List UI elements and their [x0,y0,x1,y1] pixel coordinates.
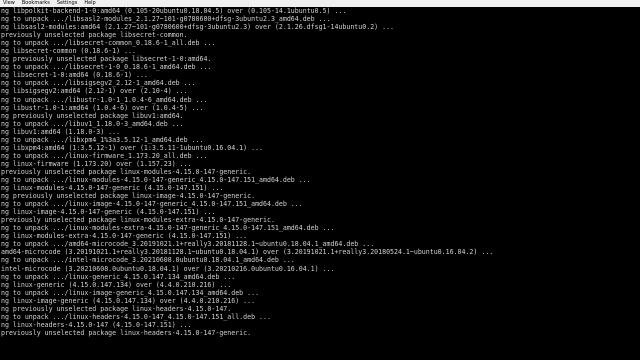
terminal-line: ng linux-firmware (1.173.20) over (1.157… [1,159,192,168]
terminal-line: ng to unpack .../libsecret-common_0.18.6… [1,39,216,48]
terminal-line: ng to unpack .../libsecret-1-0_0.18.6-1_… [1,63,212,72]
terminal-line: ng linux-image-4.15.0-147-generic (4.15.… [1,208,216,217]
terminal-line: previously unselected package linux-modu… [1,216,275,225]
menu-bar: View Bookmarks Settings Help [0,0,640,7]
terminal-line: ng to unpack .../linux-image-generic_4.1… [1,288,260,297]
menu-view[interactable]: View [0,0,19,7]
terminal-line: ng linux-modules-4.15.0-147-generic (4.1… [1,184,224,193]
terminal-line: ng to unpack .../libxpm4_1%3a3.5.12-1_am… [1,135,204,144]
terminal-line: ng to unpack .../linux-image-4.15.0-147-… [1,200,303,209]
terminal-line: ng to unpack .../linux-headers-4.15.0-14… [1,312,271,321]
terminal-line: ng libustr-1.0-1:amd64 (1.0.4-6) over (1… [1,103,204,112]
terminal-window: View Bookmarks Settings Help ng libpolki… [0,0,640,360]
terminal-line: ng previously unselected package linux-h… [1,304,232,313]
terminal-line: previously unselected package linux-head… [1,328,252,337]
terminal-line: previously unselected package libsecret-… [1,31,188,40]
terminal-line: ng previously unselected package libsecr… [1,55,212,64]
terminal-line: amd64-microcode (3.20191021.1+really3.20… [1,248,494,257]
terminal-line: ng linux-headers-4.15.0-147 (4.15.0-147.… [1,320,192,329]
terminal-line: ng libpolkit-backend-1-0:amd64 (0.105-20… [1,7,347,15]
terminal-line: ng to unpack .../libustr-1.0-1_1.0.4-6_a… [1,95,208,104]
menu-help[interactable]: Help [81,0,99,7]
terminal-line: intel-microcode (3.20210608.0ubuntu0.18.… [1,264,335,273]
terminal-line: ng to unpack .../intel-microcode_3.20210… [1,256,295,265]
terminal-line: ng to unpack .../libsigsegv2_2.12-1_amd6… [1,79,196,88]
terminal-line: ng libuv1:amd64 (1.18.0-3) ... [1,127,121,136]
terminal-line: ng to unpack .../linux-modules-4.15.0-14… [1,175,311,184]
menu-bookmarks[interactable]: Bookmarks [19,0,54,7]
terminal-line: ng libsecret-1-0:amd64 (0.18.6-1) ... [1,71,148,80]
terminal-line: ng libsecret-common (0.18.6-1) ... [1,47,136,56]
terminal-line: ng libsasl2-modules:amd64 (2.1.27~101-g0… [1,23,395,32]
terminal-line: ng to unpack .../linux-modules-extra-4.1… [1,224,335,233]
terminal-line: ng to unpack .../libsasl2-modules_2.1.27… [1,15,331,24]
terminal-line: ng linux-modules-extra-4.15.0-147-generi… [1,232,248,241]
terminal-line: ng linux-generic (4.15.0.147.134) over (… [1,280,232,289]
terminal-line: ng linux-image-generic (4.15.0.147.134) … [1,296,256,305]
terminal-line: ng to unpack .../amd64-microcode_3.20191… [1,240,375,249]
terminal-line: previously unselected package linux-modu… [1,167,252,176]
terminal-line: ng previously unselected package linux-i… [1,192,256,201]
terminal-line: ng libxpm4:amd64 (1:3.5.12-1) over (1:3.… [1,143,264,152]
terminal-line: ng previously unselected package libuv1:… [1,111,184,120]
menu-settings[interactable]: Settings [54,0,82,7]
terminal-line: ng to unpack .../libuv1_1.18.0-3_amd64.d… [1,119,184,128]
terminal-line: ng to unpack .../linux-firmware_1.173.20… [1,151,208,160]
terminal-line: ng to unpack .../linux-generic_4.15.0.14… [1,272,236,281]
terminal-line: ng libsigsegv2:amd64 (2.12-1) over (2.10… [1,87,188,96]
terminal-output[interactable]: ng libpolkit-backend-1-0:amd64 (0.105-20… [0,7,640,360]
